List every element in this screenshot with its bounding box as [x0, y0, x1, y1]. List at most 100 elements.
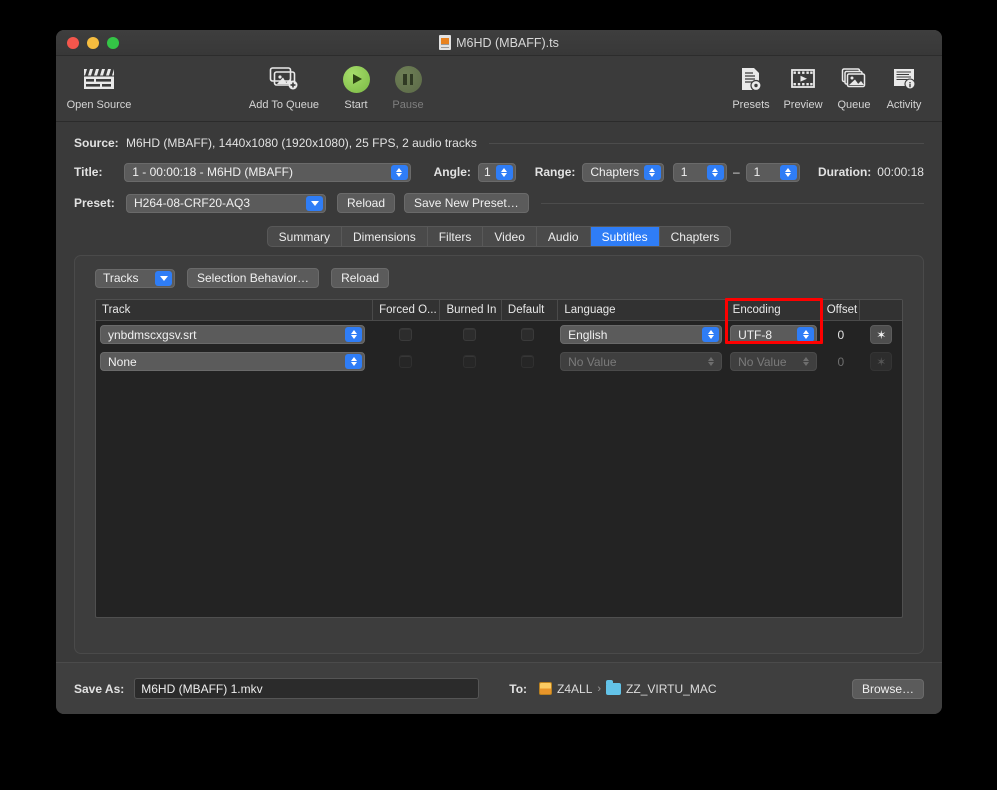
track-cell: ynbdmscxgsv.srt [96, 325, 372, 344]
title-bar: M6HD (MBAFF).ts [56, 30, 942, 56]
language-select[interactable]: English [560, 325, 723, 344]
burned-in-checkbox[interactable] [462, 355, 476, 368]
column-header-label: Language [564, 304, 616, 316]
duration-value: 00:00:18 [877, 165, 924, 179]
reload-preset-label: Reload [347, 196, 386, 210]
track-select[interactable]: ynbdmscxgsv.srt [100, 325, 365, 344]
column-header-default[interactable]: Default [502, 300, 559, 320]
path-drive-label: Z4ALL [557, 681, 593, 696]
document-icon [439, 35, 452, 50]
track-cell: None [96, 352, 372, 371]
save-as-input[interactable]: M6HD (MBAFF) 1.mkv [134, 678, 480, 699]
tab-summary[interactable]: Summary [268, 227, 343, 246]
chevron-updown-icon [702, 327, 720, 342]
subtitles-reload-button[interactable]: Reload [331, 268, 390, 288]
column-header-label: Encoding [732, 304, 781, 316]
forced-only-checkbox[interactable] [398, 355, 412, 368]
default-checkbox-cell [500, 355, 556, 368]
subtitles-reload-label: Reload [341, 271, 380, 285]
encoding-select[interactable]: UTF-8 [730, 325, 818, 344]
browse-button[interactable]: Browse… [851, 678, 924, 699]
table-row[interactable]: ynbdmscxgsv.srt English UTF-8 0 ✶ [96, 321, 902, 348]
language-select[interactable]: No Value [560, 352, 723, 371]
encoding-select[interactable]: No Value [730, 352, 818, 371]
default-checkbox[interactable] [521, 355, 535, 368]
column-header-language[interactable]: Language [558, 300, 727, 320]
tracks-select[interactable]: Tracks [95, 268, 175, 288]
column-header-label: Burned In [446, 304, 497, 316]
save-new-preset-label: Save New Preset… [414, 196, 519, 210]
chevron-updown-icon [706, 164, 724, 180]
presets-button[interactable]: Presets [726, 60, 776, 111]
queue-button[interactable]: Queue [830, 60, 878, 111]
encoding-value: UTF-8 [738, 327, 773, 342]
tab-video[interactable]: Video [483, 227, 537, 246]
preview-button[interactable]: Preview [776, 60, 830, 111]
chevron-updown-icon [779, 164, 797, 180]
burned-in-checkbox[interactable] [462, 328, 476, 341]
presets-icon [739, 64, 763, 94]
add-to-queue-icon [269, 64, 299, 94]
source-row: Source: M6HD (MBAFF), 1440x1080 (1920x10… [74, 130, 924, 156]
save-new-preset-button[interactable]: Save New Preset… [404, 193, 529, 213]
table-row[interactable]: None No Value No Value 0 ✶ [96, 348, 902, 375]
tab-audio[interactable]: Audio [537, 227, 591, 246]
source-label: Source: [74, 136, 119, 150]
open-source-button[interactable]: Open Source [56, 60, 142, 111]
activity-button[interactable]: Activity [878, 60, 930, 111]
source-divider [488, 142, 924, 144]
column-header-label: Forced O... [379, 304, 437, 316]
column-header-actions[interactable] [860, 300, 902, 320]
tab-dimensions[interactable]: Dimensions [342, 227, 428, 246]
range-start-stepper[interactable]: 1 [672, 162, 727, 182]
pause-button[interactable]: Pause [382, 60, 434, 111]
column-header-forcedo[interactable]: Forced O... [373, 300, 441, 320]
tab-chapters[interactable]: Chapters [660, 227, 731, 246]
folder-icon [606, 679, 622, 695]
subtitles-panel: Tracks Selection Behavior… Reload Track F… [74, 255, 924, 654]
add-to-queue-label: Add To Queue [248, 99, 320, 111]
selection-behavior-label: Selection Behavior… [197, 271, 310, 285]
offset-value[interactable]: 0 [837, 355, 844, 369]
title-row: Title: 1 - 00:00:18 - M6HD (MBAFF) Angle… [74, 159, 924, 185]
default-checkbox[interactable] [521, 328, 535, 341]
title-select[interactable]: 1 - 00:00:18 - M6HD (MBAFF) [124, 162, 411, 182]
tab-label: Dimensions [353, 229, 416, 244]
column-header-track[interactable]: Track [96, 300, 374, 320]
column-header-offset[interactable]: Offset [821, 300, 861, 320]
tab-label: Chapters [670, 229, 720, 244]
save-as-value: M6HD (MBAFF) 1.mkv [141, 681, 263, 696]
tracks-select-value: Tracks [103, 271, 139, 285]
start-button[interactable]: Start [330, 60, 382, 111]
preset-label: Preset: [74, 196, 115, 210]
angle-select[interactable]: 1 [477, 162, 516, 182]
column-header-burnedin[interactable]: Burned In [440, 300, 502, 320]
title-label: Title: [74, 165, 103, 179]
tab-subtitles[interactable]: Subtitles [590, 227, 660, 246]
selection-behavior-button[interactable]: Selection Behavior… [187, 268, 320, 288]
forced-only-checkbox[interactable] [398, 328, 412, 341]
angle-label: Angle: [433, 165, 471, 179]
add-to-queue-button[interactable]: Add To Queue [238, 60, 330, 111]
play-icon [342, 64, 370, 94]
range-end-value: 1 [753, 165, 761, 179]
destination-path[interactable]: Z4ALL › ZZ_VIRTU_MAC [539, 679, 717, 696]
reload-preset-button[interactable]: Reload [337, 193, 396, 213]
range-type-select[interactable]: Chapters [582, 162, 664, 182]
offset-value[interactable]: 0 [837, 328, 844, 342]
chevron-updown-icon [797, 327, 815, 342]
tab-label: Subtitles [601, 229, 648, 244]
forced-only-checkbox-cell [372, 355, 439, 368]
column-header-encoding[interactable]: Encoding [727, 300, 821, 320]
range-end-stepper[interactable]: 1 [745, 162, 800, 182]
tab-filters[interactable]: Filters [428, 227, 484, 246]
activity-label: Activity [886, 99, 922, 111]
track-select[interactable]: None [100, 352, 365, 371]
tab-label: Video [494, 229, 525, 244]
chevron-updown-icon [797, 354, 814, 369]
track-settings-button[interactable]: ✶ [870, 352, 893, 371]
track-settings-button[interactable]: ✶ [870, 325, 893, 344]
preset-select[interactable]: H264-08-CRF20-AQ3 [126, 193, 326, 213]
encoding-value: No Value [738, 354, 787, 369]
